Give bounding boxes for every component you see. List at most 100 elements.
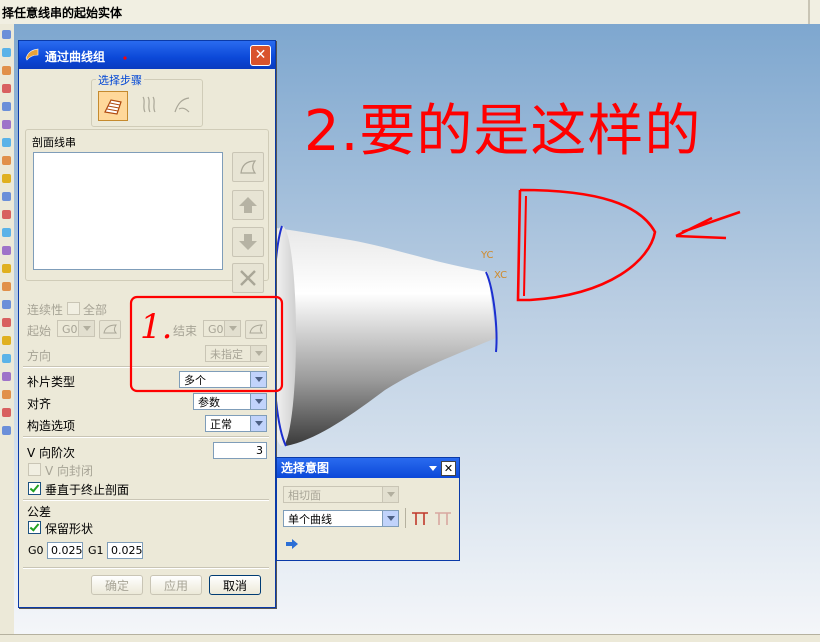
- tool-icon[interactable]: [2, 174, 11, 183]
- start-face-icon[interactable]: [99, 320, 121, 339]
- ok-button[interactable]: 确定: [91, 575, 143, 595]
- all-checkbox[interactable]: [67, 302, 80, 315]
- divider: [23, 499, 269, 501]
- tool-icon[interactable]: [2, 30, 11, 39]
- v-closed-label: V 向封闭: [45, 464, 94, 478]
- tool-icon[interactable]: [2, 156, 11, 165]
- divider: [23, 366, 269, 368]
- tolerance-label: 公差: [27, 505, 52, 519]
- g0-tolerance-label: G0: [28, 544, 44, 557]
- tool-icon[interactable]: [2, 210, 11, 219]
- close-icon[interactable]: ✕: [250, 45, 271, 66]
- surface-feature-icon: [25, 48, 39, 61]
- tool-icon[interactable]: [2, 138, 11, 147]
- tool-icon[interactable]: [2, 426, 11, 435]
- toolbar-separator: [808, 0, 810, 24]
- left-toolbar: [0, 24, 15, 634]
- yc-axis-label: YC: [481, 250, 494, 261]
- start-continuity-select[interactable]: G0: [57, 320, 95, 337]
- tool-icon[interactable]: [2, 408, 11, 417]
- v-degree-label: V 向阶次: [27, 446, 76, 460]
- divider: [405, 508, 406, 528]
- patch-type-value: 多个: [184, 374, 206, 387]
- end-label: 结束: [173, 324, 198, 338]
- tool-icon[interactable]: [2, 300, 11, 309]
- up-arrow-icon[interactable]: [232, 190, 264, 220]
- alignment-value: 参数: [198, 396, 220, 409]
- face-filter-select[interactable]: 相切面: [283, 486, 399, 503]
- construction-label: 构造选项: [27, 419, 76, 433]
- alignment-select[interactable]: 参数: [193, 393, 267, 410]
- direction-value: 未指定: [210, 348, 243, 361]
- face-filter-value: 相切面: [288, 489, 321, 502]
- section-step-icon[interactable]: [98, 91, 128, 121]
- v-degree-field[interactable]: 3: [213, 442, 267, 459]
- prompt-text: 择任意线串的起始实体: [2, 6, 123, 20]
- perpendicular-checkbox[interactable]: [28, 482, 41, 495]
- g0-tolerance-field[interactable]: 0.025: [47, 542, 83, 559]
- section-strings-label: 剖面线串: [30, 134, 78, 150]
- tool-icon[interactable]: [2, 102, 11, 111]
- divider: [23, 567, 269, 569]
- start-continuity-value: G0: [62, 323, 78, 336]
- follow-fillet-icon[interactable]: [433, 509, 453, 527]
- apply-button[interactable]: 应用: [150, 575, 202, 595]
- continuity-label: 连续性: [27, 303, 64, 317]
- tool-icon[interactable]: [2, 264, 11, 273]
- arrow-right-icon[interactable]: [285, 538, 299, 550]
- all-label: 全部: [83, 303, 108, 317]
- spine-step-icon[interactable]: [134, 91, 162, 119]
- selection-intent-title: 选择意图: [281, 461, 330, 475]
- direction-select[interactable]: 未指定: [205, 345, 267, 362]
- curve-rule-select[interactable]: 单个曲线: [283, 510, 399, 527]
- dialog-titlebar[interactable]: 通过曲线组 ✕: [19, 41, 275, 69]
- tool-icon[interactable]: [2, 66, 11, 75]
- tool-icon[interactable]: [2, 390, 11, 399]
- direction-label: 方向: [27, 349, 52, 363]
- tool-icon[interactable]: [2, 84, 11, 93]
- end-continuity-select[interactable]: G0: [203, 320, 241, 337]
- patch-type-label: 补片类型: [27, 375, 76, 389]
- tool-icon[interactable]: [2, 336, 11, 345]
- end-face-icon[interactable]: [245, 320, 267, 339]
- tool-icon[interactable]: [2, 318, 11, 327]
- down-arrow-icon[interactable]: [232, 227, 264, 257]
- curve-step-icon[interactable]: [168, 91, 196, 119]
- xc-axis-label: XC: [494, 270, 508, 281]
- selection-intent-panel: 选择意图 ✕ 相切面 单个曲线: [276, 457, 460, 561]
- curve-rule-value: 单个曲线: [288, 513, 332, 526]
- dialog-title: 通过曲线组: [45, 50, 106, 64]
- cancel-button[interactable]: 取消: [209, 575, 261, 595]
- tool-icon[interactable]: [2, 48, 11, 57]
- tool-icon[interactable]: [2, 192, 11, 201]
- patch-type-select[interactable]: 多个: [179, 371, 267, 388]
- selection-steps-group: 选择步骤: [91, 72, 203, 127]
- tool-icon[interactable]: [2, 354, 11, 363]
- selection-intent-titlebar[interactable]: 选择意图 ✕: [277, 458, 459, 478]
- tool-icon[interactable]: [2, 120, 11, 129]
- g1-tolerance-label: G1: [88, 544, 104, 557]
- divider: [23, 436, 269, 438]
- start-label: 起始: [27, 324, 52, 338]
- g1-tolerance-field[interactable]: 0.025: [107, 542, 143, 559]
- through-curves-dialog: 通过曲线组 ✕ 选择步骤 剖面线串 连续性 全部 起始 G0 结束 G0 方向 …: [18, 40, 276, 608]
- keep-shape-label: 保留形状: [45, 522, 94, 536]
- dropdown-icon[interactable]: [429, 466, 437, 471]
- construction-value: 正常: [210, 418, 232, 431]
- end-continuity-value: G0: [208, 323, 224, 336]
- tool-icon[interactable]: [2, 246, 11, 255]
- perpendicular-label: 垂直于终止剖面: [45, 483, 130, 497]
- delete-x-icon[interactable]: [232, 263, 264, 293]
- alignment-label: 对齐: [27, 397, 52, 411]
- tool-icon[interactable]: [2, 282, 11, 291]
- section-string-list[interactable]: [33, 152, 223, 270]
- keep-shape-checkbox[interactable]: [28, 521, 41, 534]
- v-closed-checkbox[interactable]: [28, 463, 41, 476]
- stop-at-intersection-icon[interactable]: [410, 509, 430, 527]
- construction-select[interactable]: 正常: [205, 415, 267, 432]
- deselect-icon[interactable]: [232, 152, 264, 182]
- close-icon[interactable]: ✕: [441, 461, 456, 476]
- tool-icon[interactable]: [2, 372, 11, 381]
- selection-steps-label: 选择步骤: [96, 72, 144, 88]
- tool-icon[interactable]: [2, 228, 11, 237]
